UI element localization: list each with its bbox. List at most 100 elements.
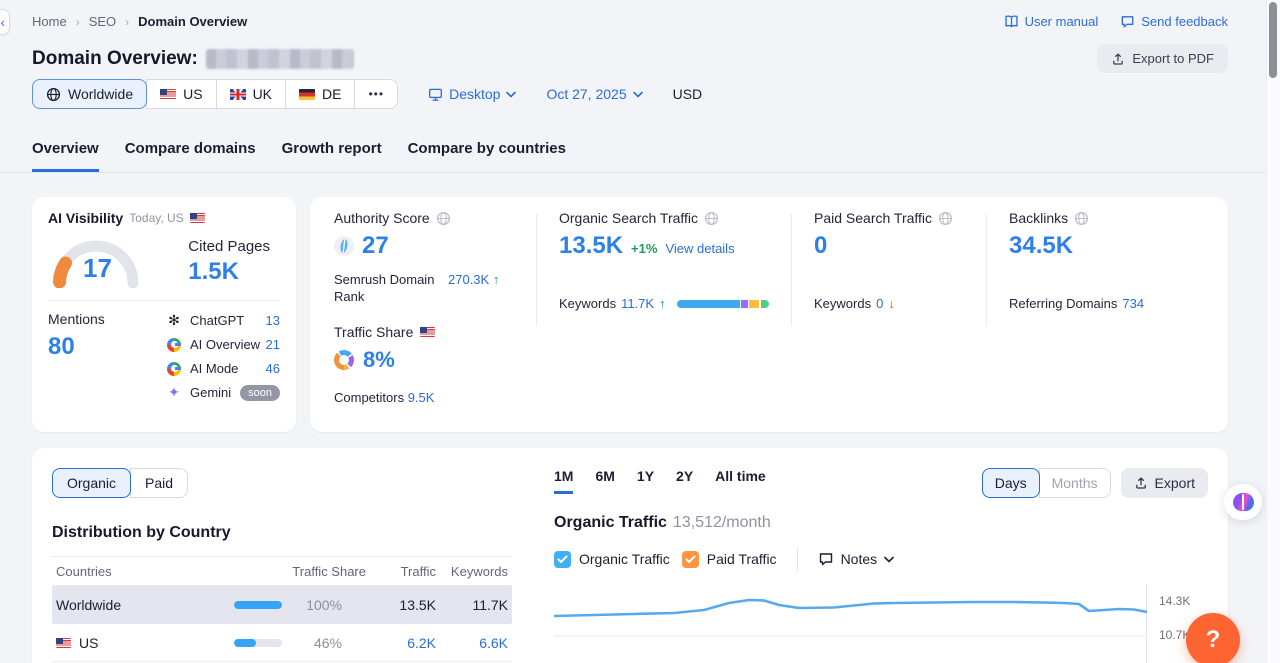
tab-overview[interactable]: Overview xyxy=(32,140,99,172)
engine-value[interactable]: 46 xyxy=(266,361,280,376)
info-globe-icon[interactable] xyxy=(1074,211,1089,226)
engine-name: AI Overview xyxy=(190,337,260,352)
toggle-organic-button[interactable]: Organic xyxy=(52,468,131,498)
uk-flag-icon xyxy=(230,89,246,100)
region-worldwide-button[interactable]: Worldwide xyxy=(32,79,147,109)
page-title: Domain Overview: xyxy=(32,48,198,70)
organic-traffic-checkbox[interactable] xyxy=(554,551,571,568)
tab-compare-by-countries[interactable]: Compare by countries xyxy=(408,140,566,172)
currency-label: USD xyxy=(673,86,703,102)
table-row-us[interactable]: US 46% 6.2K 6.6K xyxy=(52,624,512,662)
range-2y[interactable]: 2Y xyxy=(676,468,693,494)
tab-growth-report[interactable]: Growth report xyxy=(282,140,382,172)
backlinks-value[interactable]: 34.5K xyxy=(1009,232,1073,260)
keywords-label: Keywords xyxy=(559,296,616,311)
export-to-pdf-button[interactable]: Export to PDF xyxy=(1097,44,1228,73)
feedback-bubble-icon xyxy=(1120,14,1135,29)
authority-score-value[interactable]: 27 xyxy=(362,232,389,260)
paid-keywords-value[interactable]: 0 xyxy=(876,296,883,311)
competitors-value[interactable]: 9.5K xyxy=(408,390,435,405)
ai-assistant-widget[interactable] xyxy=(1224,484,1262,520)
mentions-value[interactable]: 80 xyxy=(48,333,166,361)
col-traffic: Traffic xyxy=(366,564,436,579)
col-traffic-share: Traffic Share xyxy=(234,564,366,579)
region-uk-button[interactable]: UK xyxy=(216,79,286,109)
us-flag-icon xyxy=(420,327,435,337)
us-flag-icon xyxy=(160,89,176,100)
competitors-label: Competitors xyxy=(334,390,404,405)
de-flag-icon xyxy=(299,89,315,100)
keywords-intent-bar xyxy=(677,300,769,308)
engine-row-ai-mode: AI Mode 46 xyxy=(166,359,280,378)
intent-segment-yellow xyxy=(749,300,759,308)
organic-traffic-legend-label: Organic Traffic xyxy=(579,551,670,567)
traffic-share-value[interactable]: 8% xyxy=(363,347,395,373)
months-button[interactable]: Months xyxy=(1039,468,1111,498)
keywords-value[interactable]: 6.6K xyxy=(436,635,512,651)
range-1y[interactable]: 1Y xyxy=(637,468,654,494)
us-flag-icon xyxy=(190,213,205,223)
date-select-value: Oct 27, 2025 xyxy=(546,86,626,102)
tab-compare-domains[interactable]: Compare domains xyxy=(125,140,256,172)
share-percent: 46% xyxy=(294,635,342,651)
info-globe-icon[interactable] xyxy=(938,211,953,226)
region-de-label: DE xyxy=(322,86,341,102)
days-button[interactable]: Days xyxy=(982,468,1040,498)
range-6m[interactable]: 6M xyxy=(595,468,614,494)
region-de-button[interactable]: DE xyxy=(285,79,355,109)
user-manual-label: User manual xyxy=(1025,14,1099,29)
engine-value[interactable]: 13 xyxy=(266,313,280,328)
organic-traffic-value[interactable]: 13.5K xyxy=(559,232,623,260)
share-bar xyxy=(234,601,282,609)
notes-label: Notes xyxy=(841,551,878,567)
organic-keywords-value[interactable]: 11.7K xyxy=(621,296,654,311)
export-icon xyxy=(1111,52,1125,66)
ai-visibility-card: AI Visibility Today, US 17 Cited Pages 1… xyxy=(32,197,296,432)
keywords-label: Keywords xyxy=(814,296,871,311)
organic-traffic-chart[interactable]: 14.3K 10.7K 7.1K xyxy=(554,584,1208,663)
chart-legend: Organic Traffic Paid Traffic Notes xyxy=(554,548,1208,570)
breadcrumb-home[interactable]: Home xyxy=(32,14,67,29)
chevron-down-icon xyxy=(633,91,643,98)
help-button[interactable]: ? xyxy=(1186,613,1240,663)
engine-row-ai-overview: AI Overview 21 xyxy=(166,335,280,354)
table-row-worldwide[interactable]: Worldwide 100% 13.5K 11.7K xyxy=(52,586,512,624)
notes-dropdown[interactable]: Notes xyxy=(818,551,895,567)
user-manual-link[interactable]: User manual xyxy=(1004,14,1099,29)
traffic-line-chart xyxy=(554,584,1147,663)
device-select[interactable]: Desktop xyxy=(428,86,516,102)
referring-domains-value[interactable]: 734 xyxy=(1122,296,1144,311)
book-icon xyxy=(1004,14,1019,29)
paid-traffic-checkbox[interactable] xyxy=(682,551,699,568)
traffic-value[interactable]: 6.2K xyxy=(366,635,436,651)
chart-plot-area[interactable] xyxy=(554,584,1147,663)
google-icon xyxy=(167,338,181,352)
view-details-link[interactable]: View details xyxy=(665,241,734,256)
sidebar-collapse-button[interactable]: ‹ xyxy=(0,9,10,35)
report-tabs: Overview Compare domains Growth report C… xyxy=(32,140,566,172)
range-1m[interactable]: 1M xyxy=(554,468,573,494)
toggle-paid-button[interactable]: Paid xyxy=(130,468,188,498)
share-bar xyxy=(234,639,282,647)
engine-row-chatgpt: ✻ ChatGPT 13 xyxy=(166,311,280,330)
region-us-button[interactable]: US xyxy=(146,79,216,109)
scrollbar-thumb[interactable] xyxy=(1269,2,1277,78)
days-months-toggle: Days Months xyxy=(982,468,1111,498)
info-globe-icon[interactable] xyxy=(704,211,719,226)
range-all-time[interactable]: All time xyxy=(715,468,766,494)
paid-traffic-value[interactable]: 0 xyxy=(814,232,827,260)
share-percent: 100% xyxy=(294,597,342,613)
cited-pages-value[interactable]: 1.5K xyxy=(188,258,270,286)
scrollbar-track[interactable] xyxy=(1266,0,1280,663)
date-select[interactable]: Oct 27, 2025 xyxy=(546,86,642,102)
semrush-domain-rank-value[interactable]: 270.3K xyxy=(448,272,489,287)
send-feedback-link[interactable]: Send feedback xyxy=(1120,14,1228,29)
export-button[interactable]: Export xyxy=(1121,468,1208,498)
region-more-button[interactable]: ••• xyxy=(354,79,398,109)
mentions-label: Mentions xyxy=(48,311,166,327)
info-globe-icon[interactable] xyxy=(436,211,451,226)
tabs-divider xyxy=(0,172,1266,173)
breadcrumb-seo[interactable]: SEO xyxy=(89,14,116,29)
region-worldwide-label: Worldwide xyxy=(68,86,133,102)
engine-value[interactable]: 21 xyxy=(266,337,280,352)
